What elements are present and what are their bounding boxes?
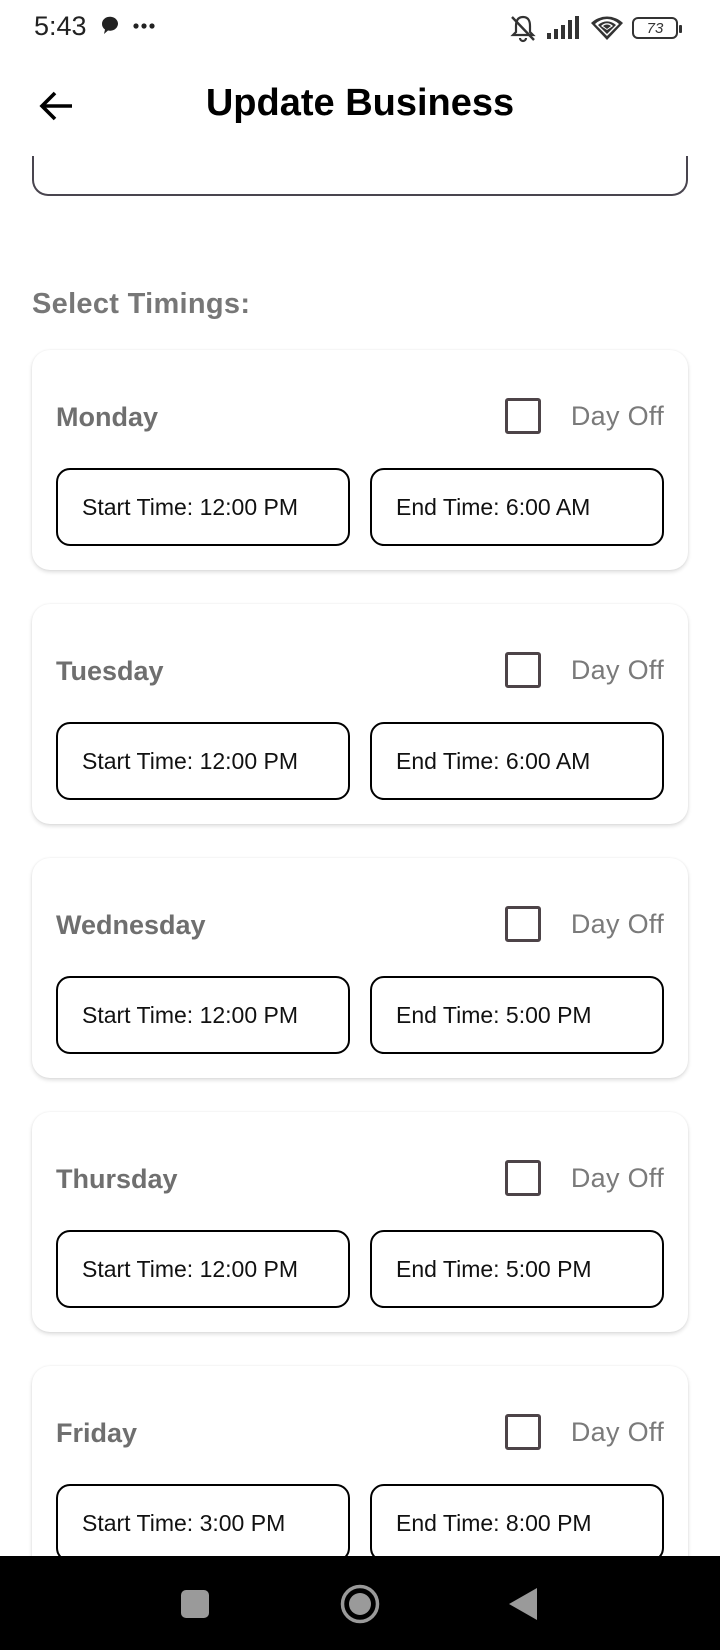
start-time-button[interactable]: Start Time: 12:00 PM — [56, 468, 350, 546]
day-off-checkbox[interactable] — [504, 652, 541, 688]
status-bar: 5:43 73 — [0, 0, 720, 56]
app-bar: Update Business — [0, 56, 720, 156]
page-title-text: Update Business — [205, 82, 515, 124]
end-time-button[interactable]: End Time: 6:00 AM — [370, 722, 664, 800]
start-time-button[interactable]: Start Time: 12:00 PM — [56, 722, 350, 800]
system-back-button[interactable] — [499, 1580, 547, 1628]
day-card-friday: Friday Day Off Start Time: 3:00 PM End T… — [32, 1366, 688, 1556]
signal-icon — [547, 16, 579, 39]
previous-text-field[interactable] — [32, 156, 688, 196]
day-name: Monday — [56, 402, 159, 432]
day-off-toggle[interactable]: Day Off — [504, 398, 664, 434]
day-off-checkbox[interactable] — [504, 906, 541, 942]
day-off-toggle[interactable]: Day Off — [504, 1160, 664, 1196]
day-name: Tuesday — [56, 656, 164, 686]
day-name: Thursday — [56, 1164, 178, 1194]
chat-bubble-icon — [101, 16, 118, 34]
back-triangle-icon — [509, 1588, 537, 1620]
day-off-toggle[interactable]: Day Off — [504, 1414, 664, 1450]
home-circle-icon — [340, 1584, 380, 1624]
battery-icon: 73 — [632, 17, 682, 39]
day-card-thursday: Thursday Day Off Start Time: 12:00 PM En… — [32, 1112, 688, 1332]
battery-level: 73 — [646, 19, 664, 37]
recents-button[interactable] — [171, 1580, 219, 1628]
day-name: Wednesday — [56, 910, 206, 940]
end-time-button[interactable]: End Time: 5:00 PM — [370, 1230, 664, 1308]
scroll-content[interactable]: Select Timings: Monday Day Off Start Tim… — [0, 156, 720, 1556]
start-time-button[interactable]: Start Time: 3:00 PM — [56, 1484, 350, 1556]
home-button[interactable] — [336, 1580, 384, 1628]
day-off-checkbox[interactable] — [504, 1414, 541, 1450]
system-nav-bar — [0, 1556, 720, 1650]
day-off-checkbox[interactable] — [504, 398, 541, 434]
day-card-monday: Monday Day Off Start Time: 12:00 PM End … — [32, 350, 688, 570]
day-off-label: Day Off — [570, 400, 664, 431]
recents-square-icon — [181, 1590, 209, 1618]
more-dots-icon — [133, 23, 155, 29]
day-off-toggle[interactable]: Day Off — [504, 906, 664, 942]
end-time-button[interactable]: End Time: 5:00 PM — [370, 976, 664, 1054]
start-time-button[interactable]: Start Time: 12:00 PM — [56, 1230, 350, 1308]
start-time-button[interactable]: Start Time: 12:00 PM — [56, 976, 350, 1054]
end-time-button[interactable]: End Time: 6:00 AM — [370, 468, 664, 546]
day-off-label: Day Off — [570, 1416, 664, 1447]
wifi-icon — [591, 16, 623, 40]
day-name: Friday — [56, 1418, 138, 1448]
bell-off-icon — [510, 15, 536, 43]
day-off-checkbox[interactable] — [504, 1160, 541, 1196]
day-off-label: Day Off — [570, 1162, 664, 1193]
day-card-tuesday: Tuesday Day Off Start Time: 12:00 PM End… — [32, 604, 688, 824]
page-title: Update Business — [0, 82, 720, 125]
day-card-wednesday: Wednesday Day Off Start Time: 12:00 PM E… — [32, 858, 688, 1078]
status-notification-icons — [100, 14, 160, 43]
day-off-label: Day Off — [570, 908, 664, 939]
status-time: 5:43 — [34, 11, 87, 41]
end-time-button[interactable]: End Time: 8:00 PM — [370, 1484, 664, 1556]
status-system-icons: 73 — [508, 12, 682, 44]
day-off-label: Day Off — [570, 654, 664, 685]
select-timings-label: Select Timings: — [32, 288, 251, 320]
day-off-toggle[interactable]: Day Off — [504, 652, 664, 688]
